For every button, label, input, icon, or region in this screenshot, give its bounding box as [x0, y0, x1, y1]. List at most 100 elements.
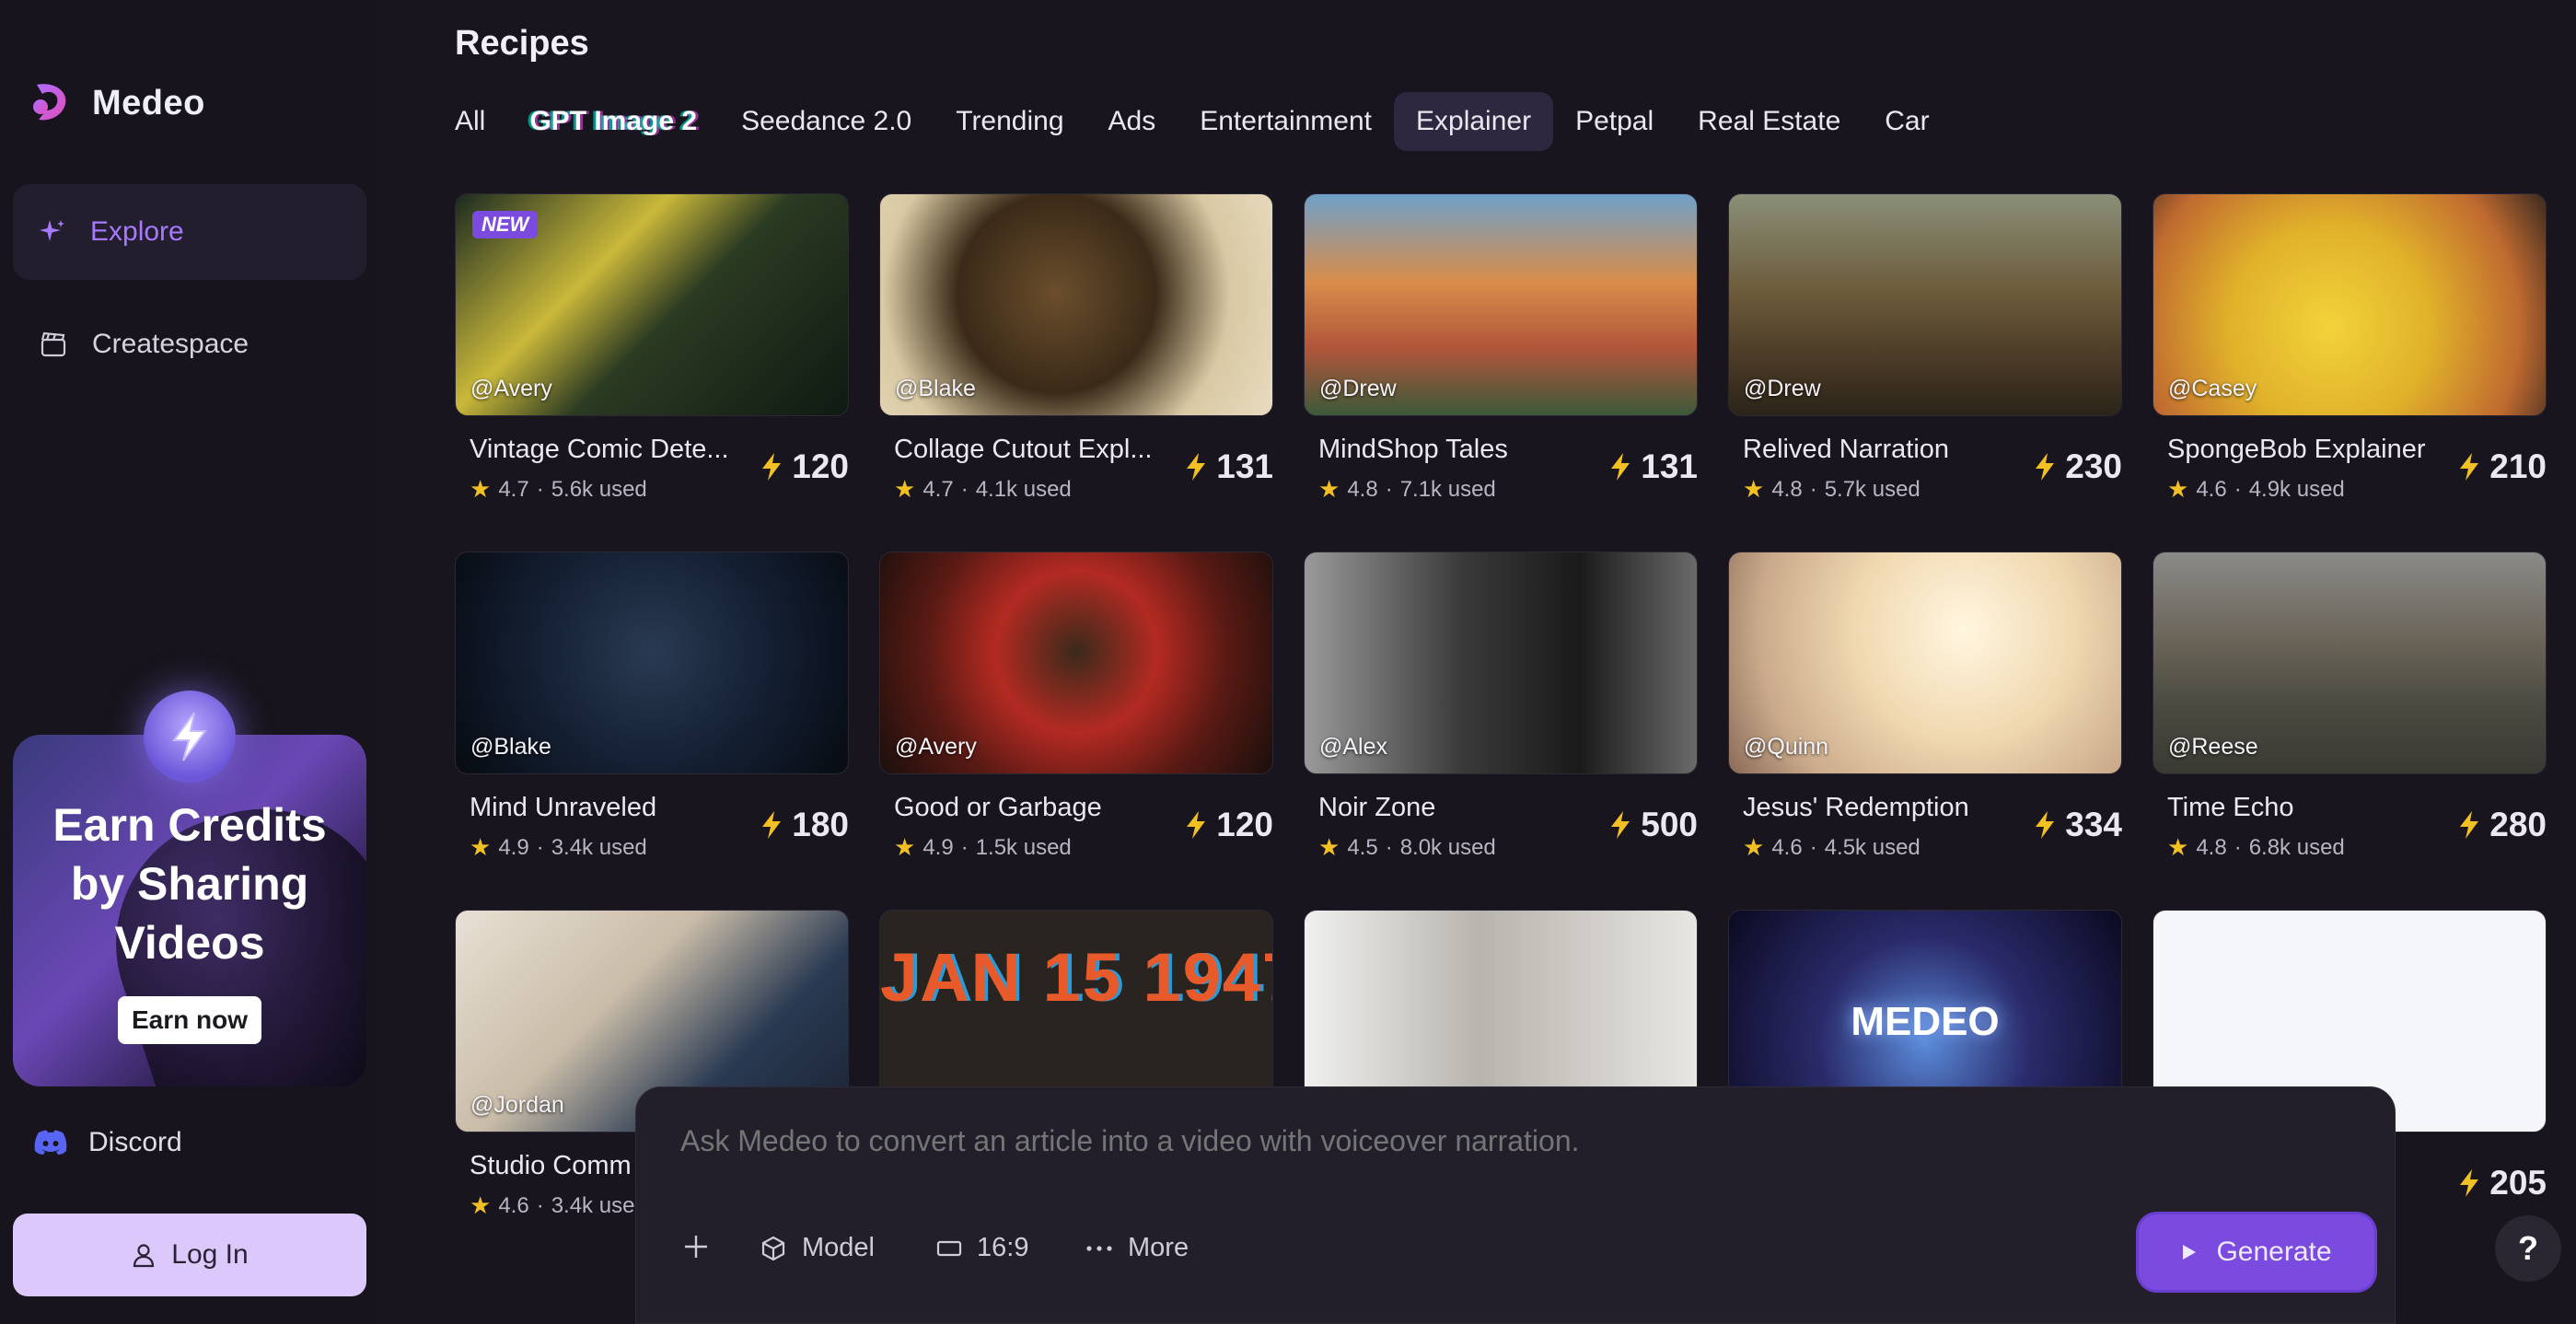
tab-trending[interactable]: Trending	[934, 92, 1085, 151]
recipe-credits: 500	[1609, 806, 1698, 844]
meta-separator: ·	[960, 476, 969, 502]
recipe-thumbnail[interactable]: @Drew	[1728, 193, 2122, 416]
recipe-thumbnail[interactable]: @Reese	[2152, 552, 2547, 774]
tab-car[interactable]: Car	[1862, 92, 1951, 151]
recipe-author: @Quinn	[1744, 734, 1829, 760]
user-icon	[133, 1244, 155, 1268]
logo[interactable]: Medeo	[29, 79, 205, 127]
lightning-icon	[2036, 811, 2055, 839]
model-button[interactable]: Model	[760, 1233, 875, 1263]
tab-ads[interactable]: Ads	[1086, 92, 1178, 151]
star-icon: ★	[894, 475, 916, 503]
recipe-card[interactable]: NEW @Avery Vintage Comic Dete... ★ 4.7 · 5.6k …	[455, 193, 849, 503]
lightning-icon	[2036, 453, 2055, 481]
lightning-icon	[2460, 811, 2479, 839]
star-icon: ★	[470, 475, 492, 503]
recipe-thumbnail[interactable]: @Drew	[1304, 193, 1698, 416]
recipe-rating: 4.5	[1347, 834, 1378, 860]
recipe-thumbnail[interactable]: NEW @Avery	[455, 193, 849, 416]
recipe-card[interactable]: @Drew Relived Narration ★ 4.8 · 5.7k used 230	[1728, 193, 2122, 503]
tab-seedance[interactable]: Seedance 2.0	[719, 92, 934, 151]
lightning-icon	[762, 453, 782, 481]
recipe-credits: 334	[2034, 806, 2122, 844]
discord-icon	[34, 1130, 67, 1155]
recipe-card[interactable]: @Avery Good or Garbage ★ 4.9 · 1.5k used 120	[879, 552, 1273, 861]
credits-value: 280	[2489, 806, 2547, 843]
plus-icon	[685, 1236, 707, 1258]
credits-value: 205	[2489, 1164, 2547, 1202]
meta-separator: ·	[1809, 476, 1817, 502]
promo-title: Earn Credits by Sharing Videos	[52, 799, 327, 969]
recipe-title: Relived Narration	[1743, 435, 1950, 464]
recipe-author: @Casey	[2168, 376, 2257, 401]
tab-gpt-image-2[interactable]: GPT Image 2	[507, 92, 719, 151]
recipe-usage: 1.5k used	[975, 834, 1072, 860]
meta-separator: ·	[1385, 476, 1393, 502]
recipe-thumbnail[interactable]: @Alex	[1304, 552, 1698, 774]
recipe-usage: 5.6k used	[551, 476, 647, 502]
recipe-thumbnail[interactable]: @Avery	[879, 552, 1273, 774]
more-label: More	[1128, 1233, 1189, 1262]
recipe-card[interactable]: @Quinn Jesus' Redemption ★ 4.6 · 4.5k used 334	[1728, 552, 2122, 861]
recipe-usage: 3.4k used	[551, 834, 647, 860]
meta-separator: ·	[1809, 834, 1817, 860]
tab-entertainment[interactable]: Entertainment	[1178, 92, 1394, 151]
new-badge: NEW	[472, 211, 539, 238]
recipe-card[interactable]: @Reese Time Echo ★ 4.8 · 6.8k used 280	[2152, 552, 2547, 861]
recipe-title: SpongeBob Explainer	[2167, 435, 2426, 464]
recipe-rating: 4.8	[1347, 476, 1378, 502]
recipe-card[interactable]: @Drew MindShop Tales ★ 4.8 · 7.1k used 131	[1304, 193, 1698, 503]
sidebar-item-createspace[interactable]: Createspace	[13, 296, 366, 392]
recipe-credits: 280	[2458, 806, 2547, 844]
recipe-usage: 8.0k used	[1399, 834, 1496, 860]
sidebar-item-explore[interactable]: Explore	[13, 184, 366, 280]
category-tabs: All GPT Image 2 Seedance 2.0 Trending Ad…	[455, 92, 1952, 151]
recipe-meta: ★ 4.8 · 5.7k used	[1743, 475, 1920, 504]
sidebar: Medeo Explore Createspace Earn Credits b…	[0, 0, 377, 1324]
recipe-thumbnail[interactable]: @Blake	[879, 193, 1273, 416]
help-button[interactable]: ?	[2495, 1215, 2561, 1282]
recipe-rating: 4.8	[2196, 834, 2227, 860]
tab-real-estate[interactable]: Real Estate	[1676, 92, 1862, 151]
aspect-ratio-button[interactable]: 16:9	[936, 1233, 1028, 1263]
recipe-card[interactable]: @Casey SpongeBob Explainer ★ 4.6 · 4.9k used 2…	[2152, 193, 2547, 503]
more-options-button[interactable]: More	[1085, 1233, 1189, 1263]
tab-all[interactable]: All	[433, 92, 507, 151]
tab-explainer[interactable]: Explainer	[1394, 92, 1554, 151]
prompt-input[interactable]	[680, 1124, 2245, 1158]
recipe-card[interactable]: @Blake Mind Unraveled ★ 4.9 · 3.4k used 180	[455, 552, 849, 861]
recipe-rating: 4.8	[1771, 476, 1803, 502]
login-button[interactable]: Log In	[13, 1214, 366, 1296]
recipe-card[interactable]: @Alex Noir Zone ★ 4.5 · 8.0k used 500	[1304, 552, 1698, 861]
recipe-meta: ★ 4.8 · 6.8k used	[2167, 833, 2345, 862]
login-label: Log In	[171, 1239, 249, 1270]
app-name: Medeo	[92, 83, 205, 122]
recipe-thumbnail[interactable]: @Blake	[455, 552, 849, 774]
tab-petpal[interactable]: Petpal	[1553, 92, 1676, 151]
generate-button[interactable]: Generate	[2139, 1214, 2374, 1290]
earn-now-button[interactable]: Earn now	[118, 996, 261, 1044]
recipe-rating: 4.7	[498, 476, 529, 502]
credits-value: 120	[1216, 806, 1273, 843]
earn-credits-promo[interactable]: Earn Credits by Sharing Videos Earn now	[13, 735, 366, 1086]
recipe-thumbnail[interactable]: @Quinn	[1728, 552, 2122, 774]
recipe-author: @Reese	[2168, 734, 2258, 760]
aspect-ratio-icon	[936, 1240, 962, 1256]
star-icon: ★	[894, 833, 916, 861]
recipe-thumbnail[interactable]: @Casey	[2152, 193, 2547, 416]
recipe-rating: 4.6	[2196, 476, 2227, 502]
lightning-icon	[2460, 453, 2479, 481]
generate-label: Generate	[2216, 1237, 2332, 1267]
lightning-orb-icon	[144, 691, 236, 783]
discord-link[interactable]: Discord	[33, 1127, 182, 1158]
recipe-usage: 6.8k used	[2248, 834, 2345, 860]
star-icon: ★	[1318, 833, 1340, 861]
model-label: Model	[802, 1233, 875, 1262]
add-attachment-button[interactable]	[682, 1233, 710, 1260]
recipe-rating: 4.6	[498, 1192, 529, 1218]
recipe-card[interactable]: @Blake Collage Cutout Expl... ★ 4.7 · 4.1k us…	[879, 193, 1273, 503]
recipe-usage: 5.7k used	[1824, 476, 1920, 502]
recipe-title: Mind Unraveled	[470, 793, 657, 822]
star-icon: ★	[470, 1191, 492, 1219]
star-icon: ★	[1743, 833, 1765, 861]
